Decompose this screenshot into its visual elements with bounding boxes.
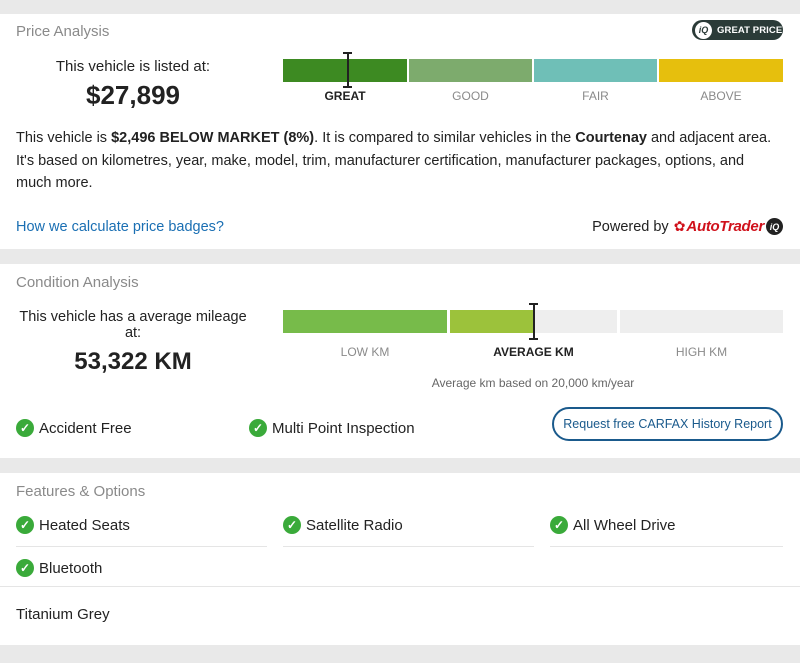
- maple-leaf-icon: ✿: [673, 218, 686, 234]
- exterior-color: Titanium Grey: [16, 606, 110, 623]
- iq-icon: iQ: [766, 218, 783, 235]
- autotrader-logo: ✿ AutoTrader iQ: [674, 218, 783, 235]
- price-description: This vehicle is $2,496 BELOW MARKET (8%)…: [16, 130, 772, 191]
- divider: [0, 586, 800, 587]
- mileage-bar-average: [450, 310, 534, 333]
- feature-all-wheel-drive: ✓ All Wheel Drive: [550, 516, 676, 534]
- price-position-marker: [343, 52, 352, 88]
- divider: [550, 546, 783, 547]
- feature-heated-seats: ✓ Heated Seats: [16, 516, 130, 534]
- mileage-label-low: LOW KM: [340, 345, 390, 359]
- check-multi-point-inspection: ✓ Multi Point Inspection: [249, 419, 415, 437]
- section-title-price-analysis: Price Analysis: [16, 23, 110, 40]
- price-analysis-card: Price Analysis iQ GREAT PRICE This vehic…: [0, 14, 800, 249]
- price-bar-above: [659, 59, 783, 82]
- below-market-amount: $2,496 BELOW MARKET (8%): [111, 130, 315, 146]
- mileage-bar-low: [283, 310, 447, 333]
- powered-by-autotrader: Powered by ✿ AutoTrader iQ: [592, 218, 783, 235]
- check-accident-free: ✓ Accident Free: [16, 419, 132, 437]
- check-circle-icon: ✓: [283, 516, 301, 534]
- check-circle-icon: ✓: [249, 419, 267, 437]
- features-options-card: Features & Options ✓ Heated Seats ✓ Sate…: [0, 473, 800, 645]
- price-badges-help-link[interactable]: How we calculate price badges?: [16, 219, 224, 235]
- carfax-report-button[interactable]: Request free CARFAX History Report: [552, 407, 783, 441]
- check-circle-icon: ✓: [550, 516, 568, 534]
- section-title-condition-analysis: Condition Analysis: [16, 274, 139, 291]
- mileage-bar-high: [620, 310, 783, 333]
- feature-bluetooth: ✓ Bluetooth: [16, 559, 102, 577]
- condition-analysis-card: Condition Analysis This vehicle has a av…: [0, 264, 800, 458]
- feature-satellite-radio: ✓ Satellite Radio: [283, 516, 403, 534]
- great-price-badge: iQ GREAT PRICE: [692, 20, 783, 40]
- divider: [283, 546, 534, 547]
- mileage-label: This vehicle has a average mileage at:: [19, 309, 247, 341]
- price-bar-fair: [534, 59, 657, 82]
- market-city: Courtenay: [575, 130, 647, 146]
- average-km-note: Average km based on 20,000 km/year: [431, 376, 635, 390]
- listing-price: $27,899: [86, 80, 180, 110]
- check-circle-icon: ✓: [16, 419, 34, 437]
- check-circle-icon: ✓: [16, 516, 34, 534]
- price-label-great: GREAT: [324, 89, 366, 103]
- price-bar-good: [409, 59, 532, 82]
- mileage-bar-average-rest: [534, 310, 617, 333]
- listed-at-label: This vehicle is listed at:: [55, 58, 211, 75]
- section-title-features: Features & Options: [16, 483, 146, 500]
- iq-icon: iQ: [695, 21, 712, 39]
- mileage-value: 53,322 KM: [74, 348, 192, 375]
- check-circle-icon: ✓: [16, 559, 34, 577]
- mileage-label-high: HIGH KM: [675, 345, 728, 359]
- price-label-good: GOOD: [452, 89, 489, 103]
- price-label-fair: FAIR: [582, 89, 609, 103]
- badge-label: GREAT PRICE: [717, 24, 783, 36]
- mileage-label-average: AVERAGE KM: [493, 345, 574, 359]
- divider: [16, 546, 267, 547]
- price-label-above: ABOVE: [700, 89, 742, 103]
- powered-by-label: Powered by: [592, 218, 669, 235]
- mileage-position-marker: [529, 303, 538, 340]
